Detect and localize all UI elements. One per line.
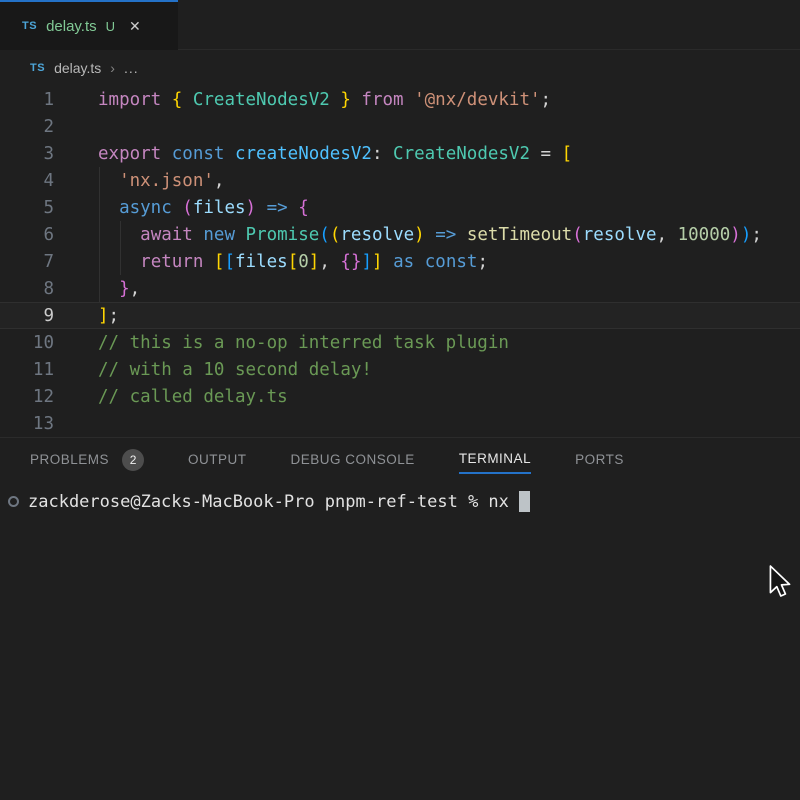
line-number: 1 [0,90,54,110]
panel-tab-bar: PROBLEMS 2 OUTPUT DEBUG CONSOLE TERMINAL PORT… [0,438,800,482]
breadcrumb-filename[interactable]: delay.ts [54,60,101,76]
line-number: 8 [0,279,54,299]
editor-tab-bar: TS delay.ts U ✕ [0,0,800,50]
code-text: // called delay.ts [98,387,288,407]
typescript-file-icon: TS [22,20,37,32]
tab-filename: delay.ts [46,18,97,35]
code-text: export const createNodesV2: CreateNodesV… [98,144,572,164]
code-line-4[interactable]: 4 'nx.json', [0,167,800,194]
code-line-12[interactable]: 12 // called delay.ts [0,383,800,410]
code-line-9[interactable]: 9]; [0,302,800,329]
terminal-cursor [519,491,530,512]
code-line-3[interactable]: 3 export const createNodesV2: CreateNodes… [0,140,800,167]
code-text: // this is a no-op interred task plugin [98,333,509,353]
code-line-7[interactable]: 7 return [[files[0], {}]] as const; [0,248,800,275]
panel-tab-output[interactable]: OUTPUT [188,448,247,473]
vscode-window: TS delay.ts U ✕ TS delay.ts › ... 1 impor… [0,0,800,800]
indent-guide [99,275,100,302]
line-number: 11 [0,360,54,380]
command-decoration-icon [8,496,19,507]
indent-guide [120,221,121,248]
code-text: }, [98,279,140,299]
code-text: import { CreateNodesV2 } from '@nx/devki… [98,90,551,110]
line-number: 3 [0,144,54,164]
indent-guide [99,248,100,275]
terminal-command: nx [488,492,508,512]
indent-guide [99,194,100,221]
code-line-6[interactable]: 6 await new Promise((resolve) => setTime… [0,221,800,248]
panel-tab-problems[interactable]: PROBLEMS 2 [30,448,144,473]
bottom-panel: PROBLEMS 2 OUTPUT DEBUG CONSOLE TERMINAL PORT… [0,437,800,800]
code-line-8[interactable]: 8 }, [0,275,800,302]
code-text: async (files) => { [98,198,309,218]
panel-tab-label: DEBUG CONSOLE [291,448,415,473]
chevron-right-icon: › [110,60,115,76]
code-text: // with a 10 second delay! [98,360,372,380]
panel-tab-label: OUTPUT [188,448,247,473]
tab-delay-ts[interactable]: TS delay.ts U ✕ [0,0,178,50]
git-untracked-badge: U [106,19,115,34]
code-line-13[interactable]: 13 [0,410,800,437]
code-text: return [[files[0], {}]] as const; [98,252,488,272]
line-number: 2 [0,117,54,137]
code-text: ]; [98,306,119,326]
code-line-2[interactable]: 2 [0,113,800,140]
code-text: await new Promise((resolve) => setTimeou… [98,225,762,245]
indent-guide [99,221,100,248]
panel-tab-terminal[interactable]: TERMINAL [459,447,531,474]
line-number: 12 [0,387,54,407]
line-number: 7 [0,252,54,272]
close-icon[interactable]: ✕ [129,18,141,35]
line-number: 4 [0,171,54,191]
code-line-11[interactable]: 11 // with a 10 second delay! [0,356,800,383]
line-number: 6 [0,225,54,245]
line-number: 9 [0,306,54,326]
panel-tab-ports[interactable]: PORTS [575,448,624,473]
terminal-prompt: zackderose@Zacks-MacBook-Pro pnpm-ref-te… [28,492,478,512]
line-number: 5 [0,198,54,218]
code-line-1[interactable]: 1 import { CreateNodesV2 } from '@nx/devk… [0,86,800,113]
problems-count-badge: 2 [122,449,144,471]
code-line-5[interactable]: 5 async (files) => { [0,194,800,221]
typescript-file-icon: TS [30,62,45,74]
line-number: 10 [0,333,54,353]
breadcrumb: TS delay.ts › ... [0,50,800,86]
code-text: 'nx.json', [98,171,224,191]
breadcrumb-symbol-ellipsis[interactable]: ... [124,60,139,76]
panel-tab-label: PROBLEMS [30,448,109,473]
panel-tab-label: PORTS [575,448,624,473]
code-line-10[interactable]: 10 // this is a no-op interred task plugi… [0,329,800,356]
terminal[interactable]: zackderose@Zacks-MacBook-Pro pnpm-ref-te… [0,491,800,512]
code-editor[interactable]: 1 import { CreateNodesV2 } from '@nx/devk… [0,86,800,437]
panel-tab-debug-console[interactable]: DEBUG CONSOLE [291,448,415,473]
indent-guide [99,167,100,194]
panel-tab-label: TERMINAL [459,447,531,474]
indent-guide [120,248,121,275]
line-number: 13 [0,414,54,434]
